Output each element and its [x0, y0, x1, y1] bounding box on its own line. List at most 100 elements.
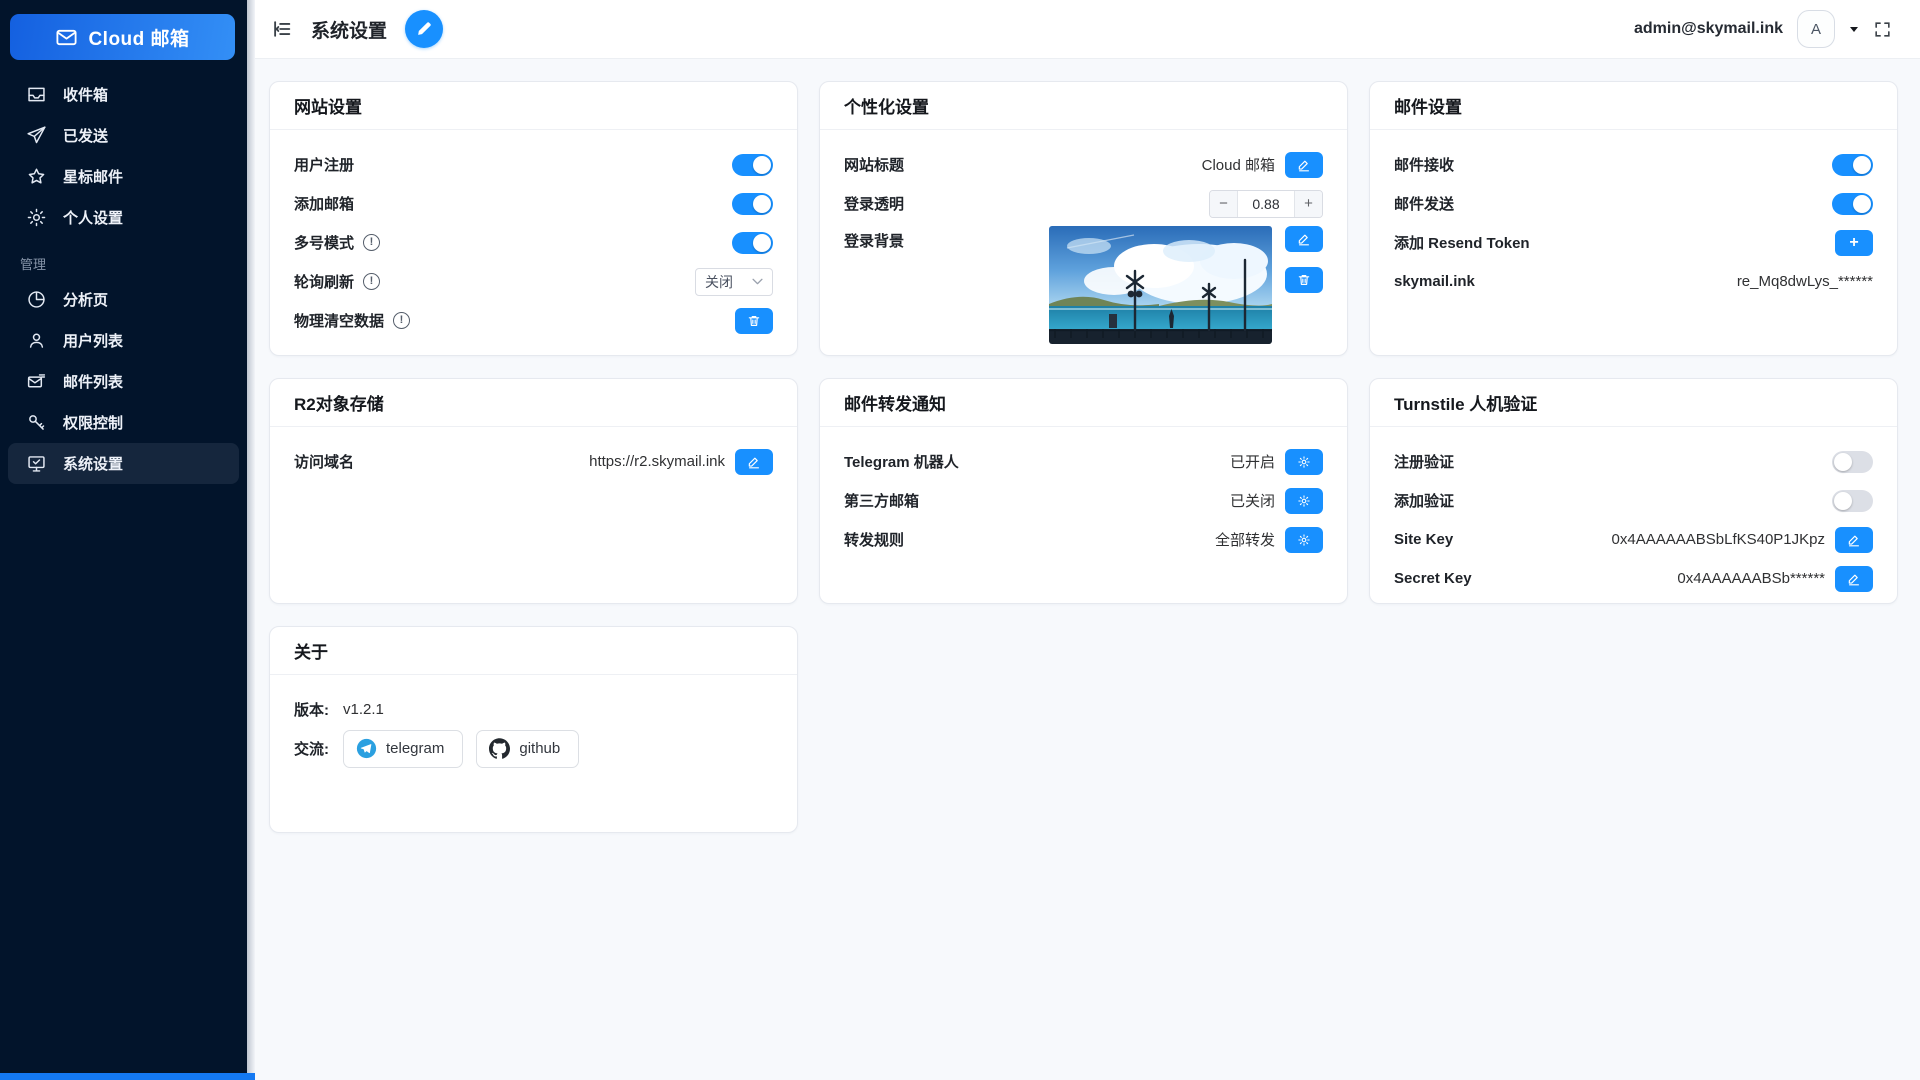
setting-label: 邮件接收 — [1394, 154, 1454, 175]
send-icon — [25, 125, 47, 147]
user-icon — [25, 330, 47, 352]
setting-row-register-verify: 注册验证 — [1394, 442, 1873, 481]
setting-row-telegram-bot: Telegram 机器人 已开启 — [844, 442, 1323, 481]
purge-data-delete-button[interactable] — [735, 308, 773, 334]
multi-account-toggle[interactable] — [732, 232, 773, 254]
user-register-toggle[interactable] — [732, 154, 773, 176]
sidebar-item-inbox[interactable]: 收件箱 — [8, 74, 239, 115]
card-title: R2对象存储 — [270, 379, 797, 427]
register-verify-toggle[interactable] — [1832, 451, 1873, 473]
pencil-icon — [415, 20, 433, 38]
key-icon — [25, 412, 47, 434]
sidebar-item-label: 分析页 — [63, 289, 108, 310]
secret-key-value: 0x4AAAAAABSb****** — [1677, 570, 1825, 587]
info-icon[interactable]: ! — [363, 234, 380, 251]
telegram-link-button[interactable]: telegram — [343, 730, 463, 768]
setting-row-login-opacity: 登录透明 − 0.88 + — [844, 184, 1323, 223]
content-area: 网站设置 用户注册 添加邮箱 多号模式! 轮询刷新! — [255, 59, 1920, 1080]
sidebar-item-sent[interactable]: 已发送 — [8, 115, 239, 156]
setting-label: 多号模式 — [294, 232, 354, 253]
sidebar-item-label: 邮件列表 — [63, 371, 123, 392]
github-link-button[interactable]: github — [476, 730, 579, 768]
sidebar-nav: 收件箱 已发送 星标邮件 个人设置 管理 分析页 — [0, 74, 247, 484]
github-label: github — [519, 740, 560, 757]
sidebar-item-permissions[interactable]: 权限控制 — [8, 402, 239, 443]
trash-icon — [1297, 273, 1311, 287]
sidebar-bottom-scrollbar[interactable] — [0, 1073, 255, 1080]
opacity-value[interactable]: 0.88 — [1238, 191, 1294, 217]
edit-icon — [747, 455, 761, 469]
card-about: 关于 版本: v1.2.1 交流: telegram — [269, 626, 798, 833]
edit-title-button[interactable] — [405, 10, 443, 48]
card-personalization: 个性化设置 网站标题 Cloud 邮箱 登录透明 − — [819, 81, 1348, 356]
setting-row-poll-refresh: 轮询刷新! 关闭 — [294, 262, 773, 301]
about-version-row: 版本: v1.2.1 — [294, 690, 773, 729]
site-key-value: 0x4AAAAAABSbLfKS40P1JKpz — [1612, 531, 1825, 548]
setting-row-add-verify: 添加验证 — [1394, 481, 1873, 520]
sidebar-item-mail-list[interactable]: 邮件列表 — [8, 361, 239, 402]
setting-label: Telegram 机器人 — [844, 451, 959, 472]
fullscreen-icon[interactable] — [1873, 20, 1892, 39]
token-domain-label: skymail.ink — [1394, 273, 1475, 290]
sidebar-item-users[interactable]: 用户列表 — [8, 320, 239, 361]
setting-label: 用户注册 — [294, 154, 354, 175]
secret-key-edit-button[interactable] — [1835, 566, 1873, 592]
setting-row-mail-send: 邮件发送 — [1394, 184, 1873, 223]
background-edit-button[interactable] — [1285, 226, 1323, 252]
add-mailbox-toggle[interactable] — [732, 193, 773, 215]
mail-send-toggle[interactable] — [1832, 193, 1873, 215]
setting-label: 网站标题 — [844, 154, 904, 175]
sidebar-item-starred[interactable]: 星标邮件 — [8, 156, 239, 197]
setting-label: 添加验证 — [1394, 490, 1454, 511]
stepper-decrease-button[interactable]: − — [1210, 191, 1238, 217]
sidebar-item-personal-settings[interactable]: 个人设置 — [8, 197, 239, 238]
edit-icon — [1297, 158, 1311, 172]
setting-label: 访问域名 — [294, 451, 354, 472]
app-logo-button[interactable]: Cloud 邮箱 — [10, 14, 235, 60]
inbox-icon — [25, 84, 47, 106]
sidebar-item-label: 已发送 — [63, 125, 108, 146]
stepper-increase-button[interactable]: + — [1294, 191, 1322, 217]
forward-rule-config-button[interactable] — [1285, 527, 1323, 553]
sidebar-section-admin: 管理 — [20, 254, 247, 273]
avatar[interactable]: A — [1797, 10, 1835, 48]
sidebar-item-label: 星标邮件 — [63, 166, 123, 187]
add-resend-token-button[interactable]: + — [1835, 230, 1873, 256]
version-value: v1.2.1 — [343, 701, 384, 718]
chevron-down-icon[interactable] — [1849, 26, 1859, 33]
sidebar-item-label: 收件箱 — [63, 84, 108, 105]
collapse-sidebar-icon[interactable] — [269, 16, 295, 42]
sidebar-scrollbar[interactable] — [247, 0, 255, 1073]
background-delete-button[interactable] — [1285, 267, 1323, 293]
card-title: 网站设置 — [270, 82, 797, 130]
sidebar-item-analytics[interactable]: 分析页 — [8, 279, 239, 320]
poll-refresh-select[interactable]: 关闭 — [695, 268, 773, 296]
site-key-edit-button[interactable] — [1835, 527, 1873, 553]
third-party-config-button[interactable] — [1285, 488, 1323, 514]
access-domain-edit-button[interactable] — [735, 449, 773, 475]
card-forward-notify: 邮件转发通知 Telegram 机器人 已开启 第三方邮箱 已关闭 — [819, 378, 1348, 604]
mail-receive-toggle[interactable] — [1832, 154, 1873, 176]
mail-list-icon — [25, 371, 47, 393]
github-icon — [489, 738, 510, 759]
gear-icon — [25, 207, 47, 229]
add-verify-toggle[interactable] — [1832, 490, 1873, 512]
access-domain-value: https://r2.skymail.ink — [589, 453, 725, 470]
setting-label: 第三方邮箱 — [844, 490, 919, 511]
site-title-edit-button[interactable] — [1285, 152, 1323, 178]
telegram-bot-config-button[interactable] — [1285, 449, 1323, 475]
setting-label: 物理清空数据 — [294, 310, 384, 331]
token-value: re_Mq8dwLys_****** — [1737, 273, 1873, 290]
sidebar-item-label: 用户列表 — [63, 330, 123, 351]
sidebar-item-system-settings[interactable]: 系统设置 — [8, 443, 239, 484]
info-icon[interactable]: ! — [393, 312, 410, 329]
setting-label: 登录背景 — [844, 230, 904, 251]
telegram-label: telegram — [386, 740, 444, 757]
sidebar-item-label: 个人设置 — [63, 207, 123, 228]
setting-row-add-mailbox: 添加邮箱 — [294, 184, 773, 223]
login-background-image[interactable] — [1049, 226, 1272, 344]
edit-icon — [1847, 572, 1861, 586]
info-icon[interactable]: ! — [363, 273, 380, 290]
setting-label: Site Key — [1394, 531, 1453, 548]
setting-label: 添加 Resend Token — [1394, 232, 1530, 253]
